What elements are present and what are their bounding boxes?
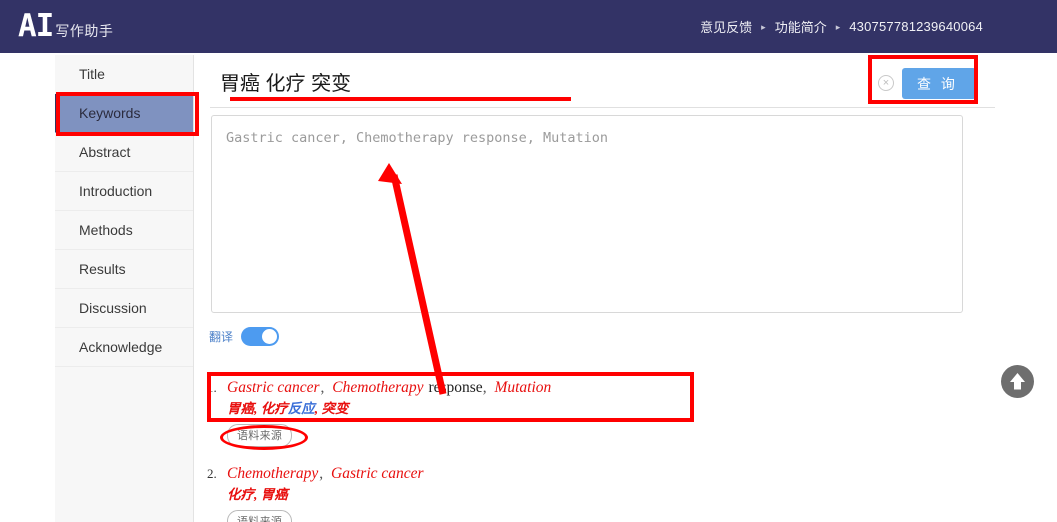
keyword-en: Mutation	[494, 379, 552, 396]
result-english-line: 2. Chemotherapy, Gastric cancer	[207, 463, 1007, 484]
result-keywords-en: Chemotherapy, Gastric cancer	[227, 463, 425, 484]
result-chinese-line: 化疗, 胃癌	[227, 484, 1007, 505]
sidebar-item-label: Discussion	[79, 300, 147, 316]
app-header: AI 写作助手 意见反馈 ▸ 功能简介 ▸ 430757781239640064	[0, 0, 1057, 53]
result-number: 1.	[207, 380, 217, 395]
keyword-en: Gastric cancer	[227, 379, 320, 396]
sidebar-item-label: Abstract	[79, 144, 131, 160]
sidebar-item-label: Acknowledge	[79, 339, 163, 355]
scroll-to-top-button[interactable]	[1001, 365, 1034, 398]
app-root: AI 写作助手 意见反馈 ▸ 功能简介 ▸ 430757781239640064…	[0, 0, 1057, 522]
sidebar-item-label: Introduction	[79, 183, 153, 199]
sidebar-item-methods[interactable]: Methods	[55, 211, 193, 250]
nav-separator-2: ▸	[835, 22, 841, 32]
result-chinese-line: 胃癌, 化疗反应, 突变	[227, 398, 1007, 419]
search-button[interactable]: 查 询	[902, 68, 976, 99]
nav-item-features[interactable]: 功能简介	[775, 17, 827, 36]
keyword-cn-highlight: 反应	[287, 401, 315, 416]
source-tag-button[interactable]: 语料来源	[227, 424, 293, 447]
clear-icon[interactable]: ×	[878, 75, 894, 91]
result-english-line: 1. Gastric cancer, Chemotherapy response…	[207, 377, 1007, 398]
keyword-separator: ,	[482, 379, 491, 396]
header-nav: 意见反馈 ▸ 功能简介 ▸ 430757781239640064	[700, 0, 983, 53]
sidebar-item-discussion[interactable]: Discussion	[55, 289, 193, 328]
sidebar-item-acknowledge[interactable]: Acknowledge	[55, 328, 193, 367]
keyword-separator: ,	[320, 379, 329, 396]
nav-separator-1: ▸	[761, 22, 766, 32]
user-id-label[interactable]: 430757781239640064	[849, 19, 983, 34]
nav-item-feedback[interactable]: 意见反馈	[700, 17, 752, 36]
sidebar-item-title[interactable]: Title	[55, 55, 193, 94]
keyword-cn: , 突变	[314, 401, 349, 416]
keyword-cn: 胃癌, 化疗	[227, 401, 288, 416]
results-list: 1. Gastric cancer, Chemotherapy response…	[207, 377, 1007, 522]
keyword-en: Gastric cancer	[331, 465, 424, 482]
main-panel: × 查 询 Gastric cancer, Chemotherapy respo…	[194, 55, 1057, 522]
sidebar-item-abstract[interactable]: Abstract	[55, 133, 193, 172]
logo-ai-text: AI	[18, 8, 54, 44]
result-item-2[interactable]: 2. Chemotherapy, Gastric cancer 化疗, 胃癌 语…	[207, 463, 1007, 522]
toggle-knob	[262, 329, 278, 344]
sidebar-item-label: Keywords	[79, 105, 141, 121]
source-tag-button[interactable]: 语料来源	[227, 510, 293, 522]
search-underline-annotation	[230, 97, 571, 101]
keyword-cn: 化疗, 胃癌	[227, 487, 288, 502]
result-keywords-en: Gastric cancer, Chemotherapy response, M…	[227, 377, 552, 398]
keyword-separator: ,	[319, 465, 328, 482]
sidebar-item-label: Methods	[79, 222, 133, 238]
translate-toggle[interactable]	[241, 327, 280, 346]
sidebar: Title Keywords Abstract Introduction Met…	[55, 55, 194, 522]
sidebar-item-label: Title	[79, 66, 105, 82]
sidebar-item-keywords[interactable]: Keywords	[55, 94, 193, 133]
keyword-en: Chemotherapy	[332, 379, 424, 396]
result-number: 2.	[207, 466, 217, 481]
keyword-en: Chemotherapy	[227, 465, 319, 482]
sidebar-item-results[interactable]: Results	[55, 250, 193, 289]
sidebar-item-introduction[interactable]: Introduction	[55, 172, 193, 211]
translate-toggle-row: 翻译	[209, 327, 280, 346]
keywords-textarea[interactable]: Gastric cancer, Chemotherapy response, M…	[211, 115, 963, 313]
search-input[interactable]	[210, 70, 810, 97]
logo-subtitle: 写作助手	[55, 23, 114, 39]
result-item-1[interactable]: 1. Gastric cancer, Chemotherapy response…	[207, 377, 1007, 447]
arrow-up-icon	[1010, 373, 1025, 390]
search-row: × 查 询	[210, 60, 995, 108]
sidebar-item-label: Results	[79, 261, 126, 277]
app-logo[interactable]: AI 写作助手	[18, 11, 113, 42]
keyword-en-plain: response	[424, 379, 483, 396]
translate-label: 翻译	[209, 330, 234, 344]
